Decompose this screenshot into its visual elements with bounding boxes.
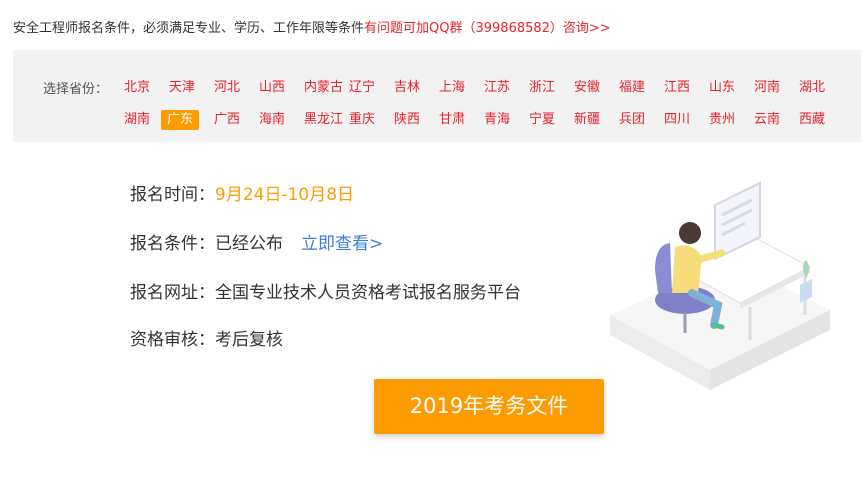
province-label-text: 云南 [754,112,781,127]
province-3-row2[interactable]: 广西 [212,110,257,130]
registration-website: 报名网址：全国专业技术人员资格考试报名服务平台 [130,278,521,303]
registration-website-label: 报名网址： [130,283,215,303]
province-label-text: 宁夏 [529,112,556,127]
province-12-row1[interactable]: 福建 [617,78,662,98]
province-label-text: 四川 [664,112,691,127]
province-14-row1[interactable]: 山东 [707,78,752,98]
province-7-row1[interactable]: 吉林 [392,78,437,98]
province-label-text: 山东 [709,80,736,95]
province-label-text: 吉林 [394,80,421,95]
province-label-text: 贵州 [709,112,736,127]
province-label-text: 天津 [169,80,196,95]
province-label-text: 青海 [484,112,511,127]
province-label-text: 江西 [664,80,691,95]
registration-website-value: 全国专业技术人员资格考试报名服务平台 [215,283,521,303]
qq-group-link[interactable]: 有问题可加QQ群（399868582）咨询>> [364,21,611,36]
registration-time-label: 报名时间： [130,185,215,205]
province-5-row1[interactable]: 内蒙古 [302,78,347,98]
province-2-row1[interactable]: 天津 [167,78,212,98]
province-11-row2[interactable]: 新疆 [572,110,617,130]
province-label-text: 新疆 [574,112,601,127]
province-label-text: 兵团 [619,112,646,127]
province-8-row2[interactable]: 甘肃 [437,110,482,130]
province-label-text: 北京 [124,80,151,95]
province-label-text: 河北 [214,80,241,95]
province-label-text: 甘肃 [439,112,466,127]
province-label-text: 广东 [161,110,200,130]
province-row-2: 湖南 广东 广西 海南 黑龙江 重庆 陕西 甘肃 青海 宁夏 新疆 兵团 四川 贵州 云南 西藏 [122,110,842,130]
province-label-text: 湖北 [799,80,826,95]
province-14-row2[interactable]: 贵州 [707,110,752,130]
province-label-text: 内蒙古 [304,80,344,95]
province-15-row2[interactable]: 云南 [752,110,797,130]
province-label-text: 黑龙江 [304,112,344,127]
notice-main: 安全工程师报名条件，必须满足专业、学历、工作年限等条件 [13,21,365,36]
notice-text: 安全工程师报名条件，必须满足专业、学历、工作年限等条件有问题可加QQ群（3998… [13,17,611,36]
province-4-row2[interactable]: 海南 [257,110,302,130]
registration-time: 报名时间：9月24日-10月8日 [130,180,354,205]
province-2-row2[interactable]: 广东 [161,110,212,130]
province-13-row1[interactable]: 江西 [662,78,707,98]
province-label-text: 江苏 [484,80,511,95]
person-at-computer-illustration [610,181,830,390]
registration-conditions: 报名条件：已经公布 立即查看> [130,229,383,254]
province-label-text: 湖南 [124,112,151,127]
province-label-text: 海南 [259,112,286,127]
province-label: 选择省份： [43,82,109,97]
province-11-row1[interactable]: 安徽 [572,78,617,98]
province-10-row2[interactable]: 宁夏 [527,110,572,130]
exam-documents-button[interactable]: 2019年考务文件 [374,379,604,434]
province-label-text: 上海 [439,80,466,95]
province-label-text: 浙江 [529,80,556,95]
province-5-row2[interactable]: 黑龙江 [302,110,347,130]
province-6-row2[interactable]: 重庆 [347,110,392,130]
province-label-text: 重庆 [349,112,376,127]
province-9-row1[interactable]: 江苏 [482,78,527,98]
province-13-row2[interactable]: 四川 [662,110,707,130]
province-15-row1[interactable]: 河南 [752,78,797,98]
province-label-text: 福建 [619,80,646,95]
province-label-text: 辽宁 [349,80,376,95]
registration-conditions-value: 已经公布 [215,234,283,254]
province-label-text: 河南 [754,80,781,95]
province-label-text: 山西 [259,80,286,95]
qualification-review-label: 资格审核： [130,330,215,350]
province-16-row1[interactable]: 湖北 [797,78,842,98]
province-3-row1[interactable]: 河北 [212,78,257,98]
view-now-link[interactable]: 立即查看> [301,234,383,254]
province-9-row2[interactable]: 青海 [482,110,527,130]
province-label-text: 西藏 [799,112,826,127]
qualification-review: 资格审核：考后复核 [130,325,283,350]
qualification-review-value: 考后复核 [215,330,283,350]
province-12-row2[interactable]: 兵团 [617,110,662,130]
province-7-row2[interactable]: 陕西 [392,110,437,130]
registration-time-value: 9月24日-10月8日 [215,185,355,205]
province-8-row1[interactable]: 上海 [437,78,482,98]
province-16-row2[interactable]: 西藏 [797,110,842,130]
province-row-1: 北京 天津 河北 山西 内蒙古 辽宁 吉林 上海 江苏 浙江 安徽 福建 江西 山东 河南 湖北 [122,78,842,98]
province-10-row1[interactable]: 浙江 [527,78,572,98]
province-6-row1[interactable]: 辽宁 [347,78,392,98]
province-label-text: 安徽 [574,80,601,95]
province-label-text: 广西 [214,112,241,127]
province-4-row1[interactable]: 山西 [257,78,302,98]
province-label-text: 陕西 [394,112,421,127]
registration-conditions-label: 报名条件： [130,234,215,254]
province-1-row1[interactable]: 北京 [122,78,167,98]
